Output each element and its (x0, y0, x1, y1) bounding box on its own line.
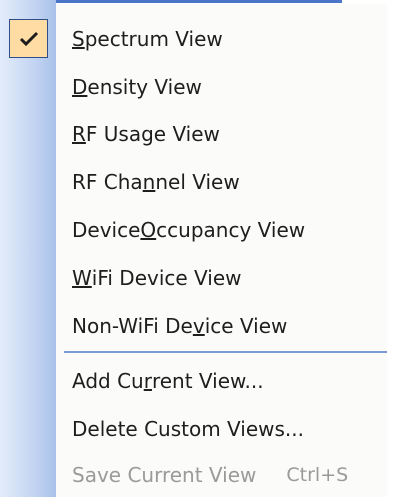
menu-item-rf-channel-view[interactable]: RF Cha n nel View (56, 159, 387, 205)
menu-item-rf-channel-view-mnemonic: n (142, 170, 156, 194)
menu-item-rf-channel-view-label-rest: nel View (155, 170, 240, 194)
menu-item-density-view-label: ensity View (87, 75, 202, 99)
menu-item-non-wifi-device-view[interactable]: Non-WiFi De v ice View (56, 303, 387, 349)
spectrum-view-check-indicator (9, 19, 48, 58)
menu-item-device-occupancy-view-label: Device (72, 218, 141, 242)
menu-item-add-current-view-mnemonic: r (143, 369, 152, 393)
menu-top-border (52, 0, 342, 3)
menu-item-add-current-view[interactable]: Add Cu r rent View... (56, 358, 387, 404)
menu-separator (64, 351, 387, 353)
menu-item-device-occupancy-view-mnemonic: O (140, 218, 157, 242)
menu-item-non-wifi-device-view-label-rest: ice View (204, 314, 288, 338)
menu-item-density-view-mnemonic: D (72, 75, 88, 99)
menu-item-spectrum-view-label: pectrum View (84, 27, 223, 51)
menu-item-rf-usage-view[interactable]: RF Usage View (56, 111, 387, 157)
menu-item-wifi-device-view-label: iFi Device View (91, 266, 242, 290)
menu-item-add-current-view-label-rest: rent View... (151, 369, 264, 393)
menu-item-add-current-view-label: Add Cu (72, 369, 144, 393)
menu-top-edge (0, 0, 395, 4)
menu-item-device-occupancy-view-label-rest: ccupancy View (156, 218, 306, 242)
menu-item-delete-custom-views[interactable]: Delete Custom Views... (56, 406, 387, 452)
menu-item-save-current-view-shortcut: Ctrl+S (286, 464, 349, 486)
menu-item-density-view[interactable]: Density View (56, 64, 387, 110)
menu-item-spectrum-view-mnemonic: S (72, 27, 85, 51)
menu-item-non-wifi-device-view-label: Non-WiFi De (72, 314, 193, 338)
menu-item-wifi-device-view[interactable]: WiFi Device View (56, 255, 387, 301)
context-menu: Spectrum View Density View RF Usage View… (0, 0, 395, 497)
menu-item-rf-usage-view-label: F Usage View (85, 122, 220, 146)
menu-icon-gutter (0, 0, 56, 497)
menu-item-rf-usage-view-mnemonic: R (72, 122, 86, 146)
menu-item-save-current-view-label: Save Current View (72, 463, 257, 487)
menu-item-non-wifi-device-view-mnemonic: v (192, 314, 205, 338)
menu-item-wifi-device-view-mnemonic: W (72, 266, 92, 290)
menu-right-edge (387, 0, 395, 497)
checkmark-icon (19, 31, 39, 47)
menu-item-delete-custom-views-label: Delete Custom Views... (72, 417, 305, 441)
menu-item-spectrum-view[interactable]: Spectrum View (56, 16, 387, 62)
menu-item-save-current-view: Save Current View Ctrl+S (56, 452, 387, 498)
menu-item-device-occupancy-view[interactable]: Device Occupancy View (56, 207, 387, 253)
menu-item-rf-channel-view-label: RF Cha (72, 170, 143, 194)
